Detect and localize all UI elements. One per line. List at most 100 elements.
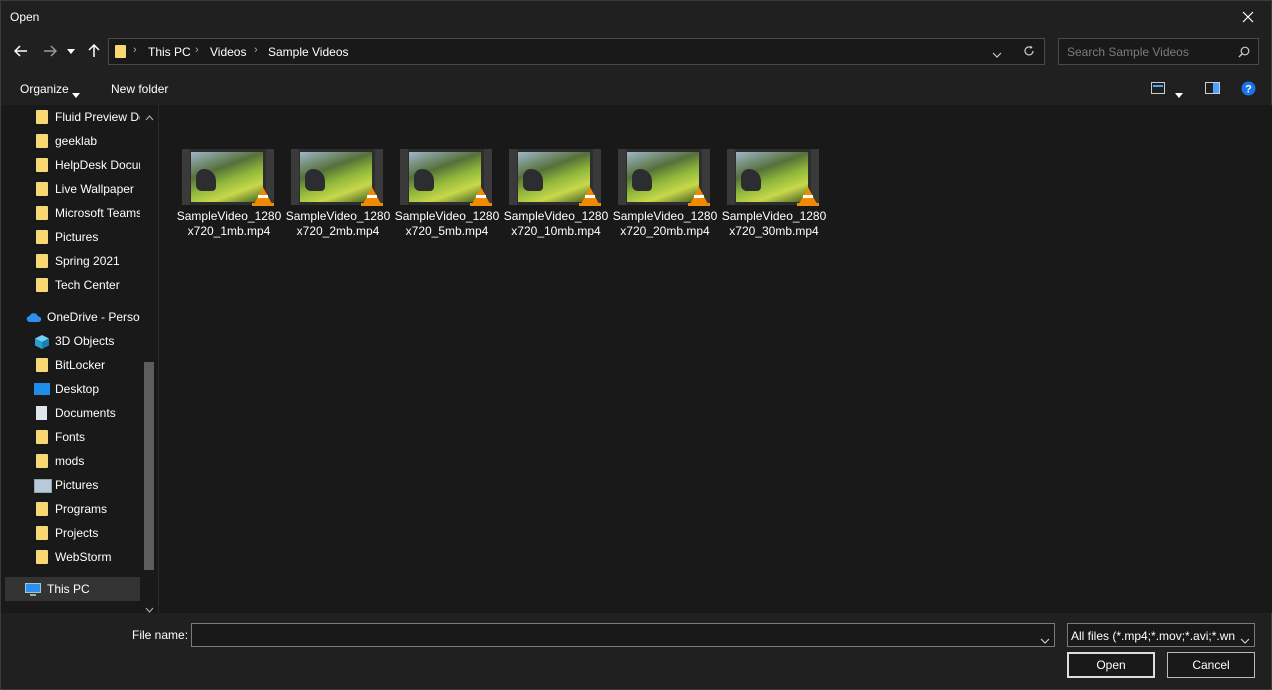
view-icon <box>1151 82 1165 94</box>
search-icon[interactable] <box>1238 46 1250 61</box>
folder-icon <box>36 502 48 516</box>
sidebar-item-documents[interactable]: Documents <box>1 401 140 425</box>
breadcrumb-videos[interactable]: Videos <box>210 45 246 59</box>
open-dialog: Open › This PC › Videos › Sample Videos <box>0 0 1272 690</box>
breadcrumb-sample-videos[interactable]: Sample Videos <box>268 45 349 59</box>
sidebar-item-label: This PC <box>47 582 90 596</box>
chevron-down-icon <box>72 87 80 101</box>
close-icon <box>1242 11 1254 22</box>
file-item[interactable]: SampleVideo_1280x720_2mb.mp4 <box>283 149 390 245</box>
onedrive-cloud-icon <box>26 311 42 323</box>
file-item[interactable]: SampleVideo_1280x720_1mb.mp4 <box>174 149 281 245</box>
navigation-pane[interactable]: Fluid Preview Dc geeklab HelpDesk Docur … <box>1 105 158 613</box>
address-bar[interactable]: › This PC › Videos › Sample Videos <box>108 38 1045 65</box>
file-name: SampleVideo_1280x720_5mb.mp4 <box>394 209 500 238</box>
help-button[interactable]: ? <box>1241 81 1256 99</box>
scroll-up-icon[interactable] <box>145 110 154 124</box>
arrow-up-icon <box>88 44 100 57</box>
sidebar-item-pictures[interactable]: Pictures <box>1 225 140 249</box>
chevron-down-icon <box>992 52 1002 58</box>
new-folder-button[interactable]: New folder <box>111 82 168 96</box>
video-thumbnail <box>509 149 601 206</box>
sidebar-item-microsoft-teams[interactable]: Microsoft Teams <box>1 201 141 225</box>
up-button[interactable] <box>83 40 105 62</box>
file-type-select[interactable]: All files (*.mp4;*.mov;*.avi;*.wn <box>1067 623 1255 647</box>
view-options-button[interactable] <box>1175 87 1183 101</box>
file-list[interactable]: SampleVideo_1280x720_1mb.mp4 SampleVideo… <box>158 105 1272 613</box>
sidebar-item-tech-center[interactable]: Tech Center <box>1 273 140 297</box>
address-dropdown-button[interactable] <box>992 47 1002 61</box>
sidebar-item-label: Pictures <box>55 478 99 492</box>
chevron-down-icon[interactable] <box>1040 633 1050 647</box>
sidebar-item-live-wallpaper[interactable]: Live Wallpaper <box>1 177 140 201</box>
shared-folder-icon <box>36 158 48 172</box>
sidebar-item-label: OneDrive - Persor <box>47 310 141 324</box>
sidebar-item-projects[interactable]: Projects <box>1 521 140 545</box>
change-view-button[interactable] <box>1151 82 1165 97</box>
preview-pane-button[interactable] <box>1205 82 1220 97</box>
chevron-down-icon <box>67 48 75 54</box>
video-thumbnail <box>291 149 383 206</box>
sidebar-item-label: Programs <box>55 502 108 516</box>
sidebar-item-label: HelpDesk Docur <box>55 158 141 172</box>
navigation-bar: › This PC › Videos › Sample Videos Searc… <box>1 32 1271 72</box>
file-item[interactable]: SampleVideo_1280x720_30mb.mp4 <box>719 149 826 245</box>
breadcrumb-this-pc[interactable]: This PC <box>148 45 191 59</box>
chevron-down-icon <box>1175 93 1183 98</box>
refresh-icon <box>1024 45 1034 56</box>
file-item[interactable]: SampleVideo_1280x720_10mb.mp4 <box>501 149 608 245</box>
file-item[interactable]: SampleVideo_1280x720_5mb.mp4 <box>392 149 499 245</box>
back-button[interactable] <box>10 40 32 62</box>
scroll-thumb[interactable] <box>144 362 154 570</box>
title-bar: Open <box>1 1 1271 32</box>
desktop-icon <box>34 383 50 395</box>
file-name: SampleVideo_1280x720_30mb.mp4 <box>721 209 827 238</box>
file-type-value: All files (*.mp4;*.mov;*.avi;*.wn <box>1071 629 1236 643</box>
cancel-button[interactable]: Cancel <box>1167 652 1255 678</box>
sidebar-item-webstorm[interactable]: WebStorm <box>1 545 140 569</box>
sidebar-item-helpdesk[interactable]: HelpDesk Docur <box>1 153 141 177</box>
sidebar-item-fluid-preview[interactable]: Fluid Preview Dc <box>1 105 141 129</box>
recent-locations-button[interactable] <box>64 40 78 62</box>
file-item[interactable]: SampleVideo_1280x720_20mb.mp4 <box>610 149 717 245</box>
sidebar-item-this-pc[interactable]: This PC <box>5 577 140 601</box>
sidebar-item-bitlocker[interactable]: BitLocker <box>1 353 140 377</box>
dialog-footer: File name: All files (*.mp4;*.mov;*.avi;… <box>1 613 1271 689</box>
navigation-scrollbar[interactable] <box>140 105 158 613</box>
sidebar-item-mods[interactable]: mods <box>1 449 140 473</box>
sidebar-item-spring-2021[interactable]: Spring 2021 <box>1 249 140 273</box>
video-thumbnail <box>182 149 274 206</box>
sidebar-item-fonts[interactable]: Fonts <box>1 425 140 449</box>
open-button[interactable]: Open <box>1067 652 1155 678</box>
sidebar-item-label: Fonts <box>55 430 86 444</box>
refresh-button[interactable] <box>1023 45 1035 60</box>
sidebar-item-label: geeklab <box>55 134 98 148</box>
breadcrumb-separator-icon: › <box>254 44 258 56</box>
search-box[interactable]: Search Sample Videos <box>1058 38 1259 65</box>
window-title: Open <box>10 10 40 24</box>
sidebar-item-label: Documents <box>55 406 116 420</box>
forward-button[interactable] <box>39 40 61 62</box>
sidebar-item-pictures-library[interactable]: Pictures <box>1 473 140 497</box>
folder-icon <box>36 454 48 468</box>
folder-icon <box>36 254 48 268</box>
folder-icon <box>36 526 48 540</box>
sidebar-item-label: mods <box>55 454 85 468</box>
folder-icon <box>36 430 48 444</box>
sidebar-item-onedrive[interactable]: OneDrive - Persor <box>1 305 141 329</box>
file-name: SampleVideo_1280x720_1mb.mp4 <box>176 209 282 238</box>
sidebar-item-desktop[interactable]: Desktop <box>1 377 140 401</box>
close-button[interactable] <box>1225 1 1271 32</box>
sidebar-item-label: Projects <box>55 526 99 540</box>
breadcrumb-separator-icon: › <box>133 44 137 56</box>
this-pc-icon <box>25 583 41 597</box>
sidebar-item-programs[interactable]: Programs <box>1 497 140 521</box>
file-name-field[interactable] <box>191 623 1055 647</box>
organize-button[interactable]: Organize <box>20 82 69 96</box>
folder-icon <box>36 278 48 292</box>
sidebar-item-geeklab[interactable]: geeklab <box>1 129 140 153</box>
search-placeholder: Search Sample Videos <box>1067 45 1189 59</box>
sidebar-item-label: Fluid Preview Dc <box>55 110 141 124</box>
sidebar-item-3d-objects[interactable]: 3D Objects <box>1 329 140 353</box>
pictures-icon <box>34 479 52 493</box>
